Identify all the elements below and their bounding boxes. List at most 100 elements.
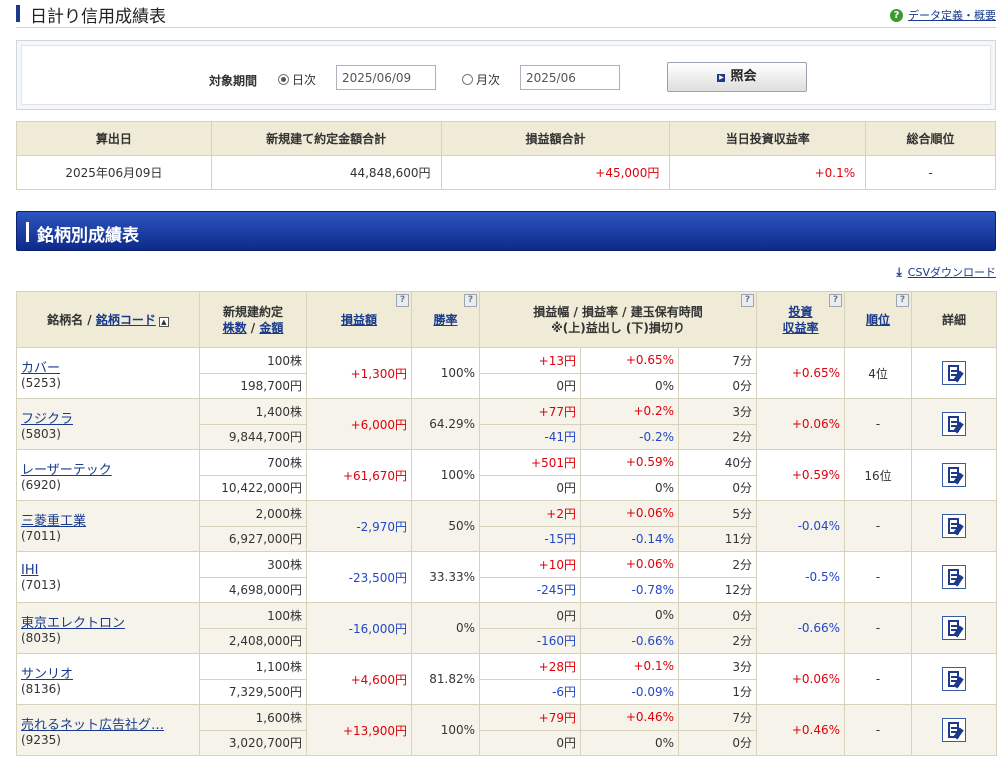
stock-code: (5253) [21, 375, 61, 390]
loss-rate-cell: 0% [580, 729, 679, 756]
help-link-wrap[interactable]: ? データ定義・概要 [890, 7, 996, 23]
stock-code: (7013) [21, 577, 61, 592]
col-name-label: 銘柄名 / [47, 312, 96, 327]
profit-width-cell: +2円 [479, 500, 581, 527]
detail-line-shape [951, 676, 958, 678]
rank-cell: 16位 [844, 449, 913, 501]
shares-cell: 1,100株 [199, 653, 307, 680]
stock-code: (8136) [21, 681, 61, 696]
detail-icon[interactable] [942, 361, 967, 385]
table-header-row: 銘柄名 / 銘柄コード ▲ 新規建約定 株数 / 金額 ? 損益額 ? 勝率 ? … [16, 291, 998, 348]
sort-rank-link[interactable]: 順位 [866, 313, 890, 327]
stock-name-link[interactable]: カバー [21, 361, 60, 376]
monthly-radio[interactable] [462, 74, 473, 85]
detail-icon[interactable] [942, 616, 967, 640]
loss-rate-cell: 0% [580, 474, 679, 501]
stock-code: (7011) [21, 528, 61, 543]
winrate-cell: 81.82% [411, 653, 480, 705]
sort-code-link[interactable]: 銘柄コード [96, 313, 156, 327]
detail-cell [911, 347, 998, 399]
summary-date: 2025年06月09日 [16, 155, 212, 190]
summary-value-row: 2025年06月09日 44,848,600円 +45,000円 +0.1% - [16, 155, 996, 190]
table-row: フジクラ (5803) 1,400株 +6,000円 64.29% +77円 +0.2% 3分… [16, 398, 998, 450]
sort-amount-link[interactable]: 金額 [259, 321, 283, 335]
loss-width-cell: -41円 [479, 423, 581, 450]
detail-icon[interactable] [942, 463, 967, 487]
stock-name-link[interactable]: サンリオ [21, 667, 73, 682]
detail-cell [911, 398, 998, 450]
rank-cell: 4位 [844, 347, 913, 399]
col-contract-label: 新規建約定 [222, 304, 283, 319]
pnl-cell: +61,670円 [306, 449, 412, 501]
sort-roi-link[interactable]: 投資 収益率 [783, 305, 819, 335]
csv-download-link[interactable]: CSVダウンロード [908, 264, 996, 280]
data-definition-link[interactable]: データ定義・概要 [908, 7, 996, 23]
rank-cell: - [844, 602, 913, 654]
loss-width-cell: 0円 [479, 729, 581, 756]
section-accent-bar [26, 222, 29, 242]
pnl-cell: +13,900円 [306, 704, 412, 756]
stock-name-link[interactable]: 東京エレクトロン [21, 616, 125, 631]
shares-cell: 1,600株 [199, 704, 307, 731]
summary-contract-total: 44,848,600円 [210, 155, 442, 190]
daily-option[interactable]: 日次 [278, 71, 316, 88]
profit-time-cell: 5分 [677, 500, 758, 527]
monthly-date-input[interactable] [520, 65, 620, 90]
amount-cell: 3,020,700円 [199, 729, 307, 756]
stock-name-link[interactable]: フジクラ [21, 412, 73, 427]
range-help-icon[interactable]: ? [741, 294, 755, 307]
roi-help-icon[interactable]: ? [829, 294, 843, 307]
loss-width-cell: -245円 [479, 576, 581, 603]
loss-time-cell: 1分 [677, 678, 758, 705]
sort-shares-link[interactable]: 株数 [223, 321, 247, 335]
col-range-note: ※(上)益出し (下)損切り [551, 320, 685, 335]
loss-time-cell: 0分 [677, 474, 758, 501]
stock-name-cell: レーザーテック (6920) [16, 449, 200, 501]
amount-cell: 9,844,700円 [199, 423, 307, 450]
query-button-label: 照会 [730, 69, 757, 84]
summary-header-pnl: 損益額合計 [440, 121, 671, 156]
rank-help-icon[interactable]: ? [896, 294, 910, 307]
table-row: カバー (5253) 100株 +1,300円 100% +13円 +0.65% 7分 +0.6… [16, 347, 998, 399]
detail-line-shape [951, 370, 958, 372]
stock-name-link[interactable]: IHI [21, 563, 38, 578]
detail-icon[interactable] [942, 565, 967, 589]
detail-icon[interactable] [942, 412, 967, 436]
profit-time-cell: 3分 [677, 653, 758, 680]
detail-icon[interactable] [942, 718, 967, 742]
col-pnl: ? 損益額 [306, 291, 412, 348]
daily-radio[interactable] [278, 74, 289, 85]
summary-pnl-total: +45,000円 [440, 155, 671, 190]
loss-rate-cell: 0% [580, 372, 679, 399]
profit-width-cell: +501円 [479, 449, 581, 476]
profit-width-cell: +28円 [479, 653, 581, 680]
stock-name-cell: サンリオ (8136) [16, 653, 200, 705]
table-row: IHI (7013) 300株 -23,500円 33.33% +10円 +0.06% 2分 -… [16, 551, 998, 603]
detail-icon[interactable] [942, 667, 967, 691]
amount-cell: 7,329,500円 [199, 678, 307, 705]
detail-line-shape [951, 727, 958, 729]
stock-name-link[interactable]: レーザーテック [21, 463, 112, 478]
csv-download[interactable]: ⤓ CSVダウンロード [896, 264, 996, 280]
detail-cell [911, 653, 998, 705]
loss-time-cell: 0分 [677, 372, 758, 399]
query-button[interactable]: ▶ 照会 [667, 62, 807, 92]
loss-width-cell: -160円 [479, 627, 581, 654]
sort-pnl-link[interactable]: 損益額 [341, 313, 377, 327]
stock-name-link[interactable]: 売れるネット広告社グ… [21, 718, 164, 733]
profit-rate-cell: 0% [580, 602, 679, 629]
winrate-cell: 64.29% [411, 398, 480, 450]
roi-cell: -0.5% [756, 551, 846, 603]
stock-code: (9235) [21, 732, 61, 747]
winrate-help-icon[interactable]: ? [464, 294, 477, 307]
pnl-help-icon[interactable]: ? [396, 294, 409, 307]
summary-header-date: 算出日 [16, 121, 212, 156]
amount-cell: 10,422,000円 [199, 474, 307, 501]
detail-icon[interactable] [942, 514, 967, 538]
sort-asc-icon[interactable]: ▲ [158, 316, 169, 327]
stock-name-link[interactable]: 三菱重工業 [21, 514, 86, 529]
sort-winrate-link[interactable]: 勝率 [433, 313, 457, 327]
table-row: 東京エレクトロン (8035) 100株 -16,000円 0% 0円 0% 0分 -0.66%… [16, 602, 998, 654]
daily-date-input[interactable] [336, 65, 436, 90]
monthly-option[interactable]: 月次 [462, 71, 500, 88]
